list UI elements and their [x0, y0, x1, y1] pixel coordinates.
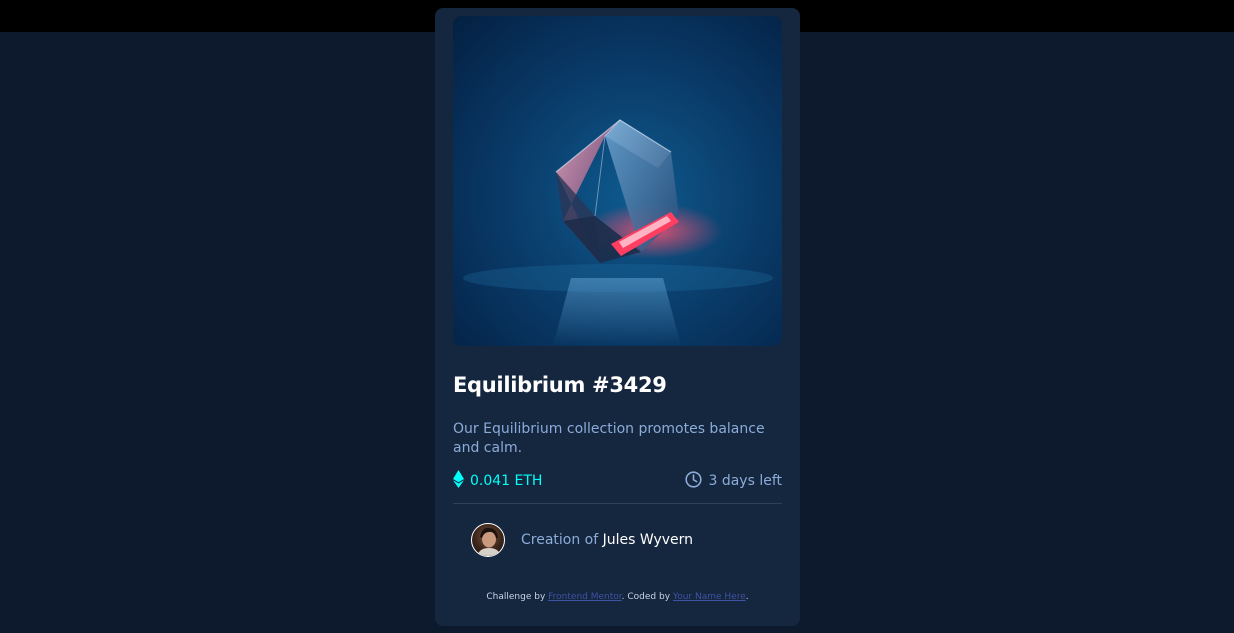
time-group: 3 days left — [685, 470, 782, 492]
card-title[interactable]: Equilibrium #3429 — [453, 373, 783, 397]
attribution-suffix: . — [745, 592, 749, 602]
card-description: Our Equilibrium collection promotes bala… — [453, 421, 765, 456]
nft-preview-card: Equilibrium #3429 Our Equilibrium collec… — [435, 8, 800, 626]
frontend-mentor-link[interactable]: Frontend Mentor — [548, 592, 622, 602]
author-link[interactable]: Your Name Here — [673, 592, 746, 602]
creator-name-link[interactable]: Jules Wyvern — [603, 532, 693, 548]
price-group: 0.041 ETH — [453, 470, 542, 492]
card-stats: 0.041 ETH 3 days left — [453, 470, 782, 492]
card-divider — [453, 503, 782, 504]
time-left-label: 3 days left — [708, 473, 782, 489]
equilibrium-image[interactable] — [453, 16, 782, 346]
attribution-middle: . Coded by — [621, 592, 671, 602]
cube-illustration — [463, 119, 773, 346]
creator-row: Creation of Jules Wyvern — [471, 522, 693, 558]
creator-avatar — [471, 523, 505, 557]
clock-icon — [685, 470, 703, 492]
attribution-prefix: Challenge by — [486, 592, 546, 602]
price-label: 0.041 ETH — [470, 473, 543, 489]
ethereum-icon — [453, 470, 464, 492]
creator-prefix: Creation of — [521, 532, 599, 548]
attribution-footer: Challenge by Frontend Mentor. Coded by Y… — [435, 592, 800, 602]
creator-text: Creation of Jules Wyvern — [521, 532, 693, 548]
